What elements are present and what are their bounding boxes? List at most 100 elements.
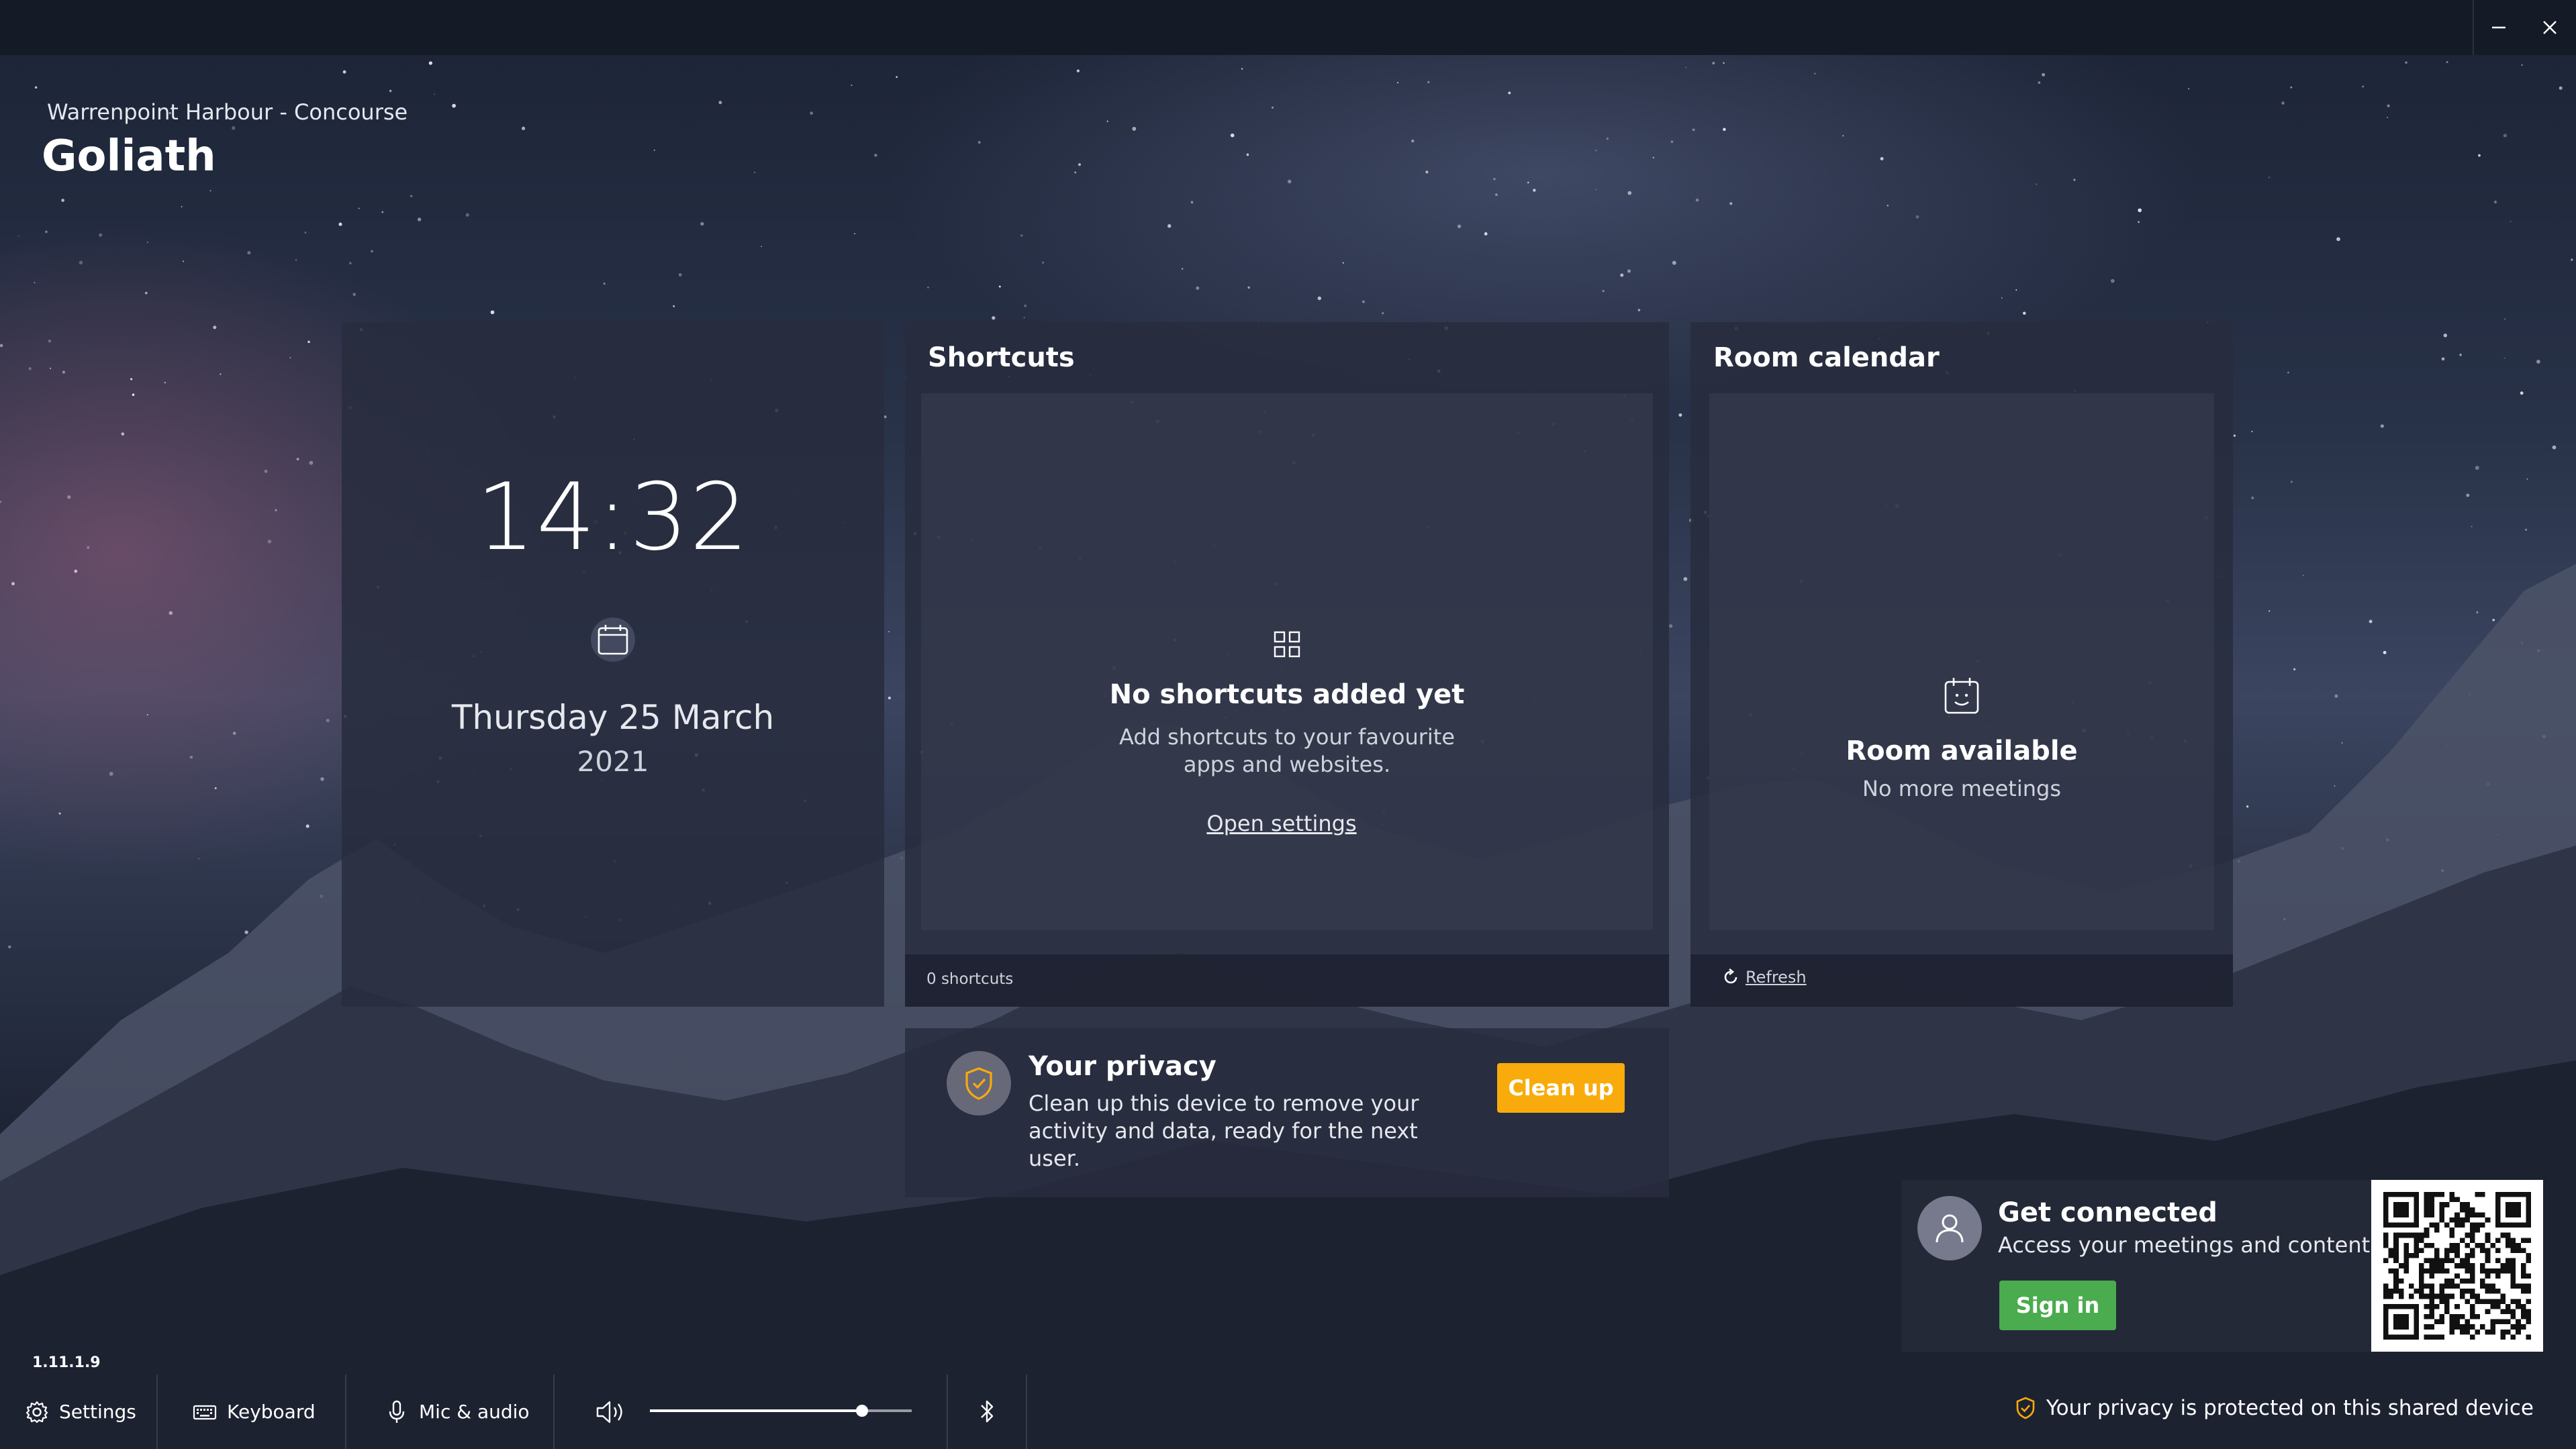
star: [2469, 693, 2471, 696]
room-calendar-panel: Room calendar Room available No more mee…: [1690, 322, 2233, 1007]
star: [1533, 189, 1536, 192]
volume-slider-handle[interactable]: [855, 1405, 868, 1417]
clean-up-button[interactable]: Clean up: [1497, 1063, 1625, 1113]
star: [896, 76, 898, 79]
star: [352, 293, 356, 297]
qr-module: [2388, 1289, 2394, 1294]
star: [1167, 224, 1172, 228]
qr-module: [2424, 1314, 2430, 1319]
qr-module: [2485, 1283, 2491, 1289]
star: [2446, 61, 2448, 63]
qr-module: [2439, 1202, 2445, 1207]
qr-module: [2469, 1293, 2475, 1299]
taskbar-divider: [345, 1375, 346, 1449]
qr-module: [2506, 1319, 2511, 1325]
qr-module: [2520, 1238, 2526, 1243]
qr-module: [2495, 1303, 2501, 1309]
keyboard-button[interactable]: Keyboard: [192, 1375, 316, 1449]
volume-slider[interactable]: [650, 1405, 912, 1417]
qr-module: [2480, 1268, 2485, 1274]
microphone-icon: [389, 1400, 405, 1423]
star: [2302, 574, 2304, 577]
qr-module: [2516, 1283, 2521, 1289]
room-calendar-status: Room available No more meetings: [1709, 393, 2214, 930]
qr-module: [2398, 1232, 2404, 1238]
star: [2251, 496, 2254, 499]
qr-module: [2469, 1334, 2475, 1340]
qr-module: [2419, 1232, 2424, 1238]
star: [247, 251, 251, 255]
mic-audio-button[interactable]: Mic & audio: [384, 1375, 530, 1449]
qr-module: [2510, 1278, 2516, 1284]
taskbar-divider: [553, 1375, 555, 1449]
qr-module: [2444, 1283, 2450, 1289]
qr-module: [2469, 1278, 2475, 1284]
star: [28, 366, 32, 370]
qr-module: [2434, 1192, 2440, 1197]
star: [2552, 445, 2557, 450]
qr-module: [2495, 1248, 2501, 1254]
open-settings-link[interactable]: Open settings: [921, 811, 1642, 836]
star: [99, 233, 103, 237]
qr-module: [2429, 1263, 2434, 1268]
star: [2001, 297, 2003, 299]
qr-module: [2434, 1228, 2440, 1233]
close-button[interactable]: [2524, 0, 2575, 55]
star: [34, 282, 36, 284]
qr-module: [2388, 1293, 2394, 1299]
star: [295, 259, 297, 261]
qr-module: [2393, 1273, 2399, 1279]
volume-icon[interactable]: [595, 1399, 628, 1426]
minimize-button[interactable]: [2473, 0, 2524, 55]
qr-module: [2429, 1212, 2434, 1217]
star: [2334, 694, 2338, 698]
qr-module: [2485, 1273, 2491, 1279]
qr-module: [2429, 1303, 2434, 1309]
star: [61, 199, 64, 202]
refresh-button[interactable]: Refresh: [1721, 968, 1807, 987]
qr-module: [2414, 1248, 2420, 1254]
star: [1595, 189, 1596, 191]
qr-module: [2459, 1293, 2465, 1299]
refresh-icon: [1724, 968, 1737, 984]
qr-module: [2424, 1228, 2430, 1233]
qr-module: [2480, 1212, 2485, 1217]
qr-module: [2444, 1293, 2450, 1299]
qr-module: [2469, 1222, 2475, 1228]
qr-module: [2485, 1268, 2491, 1274]
qr-module: [2510, 1309, 2516, 1315]
qr-module: [2393, 1268, 2399, 1274]
bluetooth-button[interactable]: [947, 1389, 1027, 1434]
star: [2073, 179, 2076, 181]
qr-module: [2495, 1258, 2501, 1264]
qr-module: [2475, 1329, 2481, 1335]
star: [2542, 734, 2546, 739]
qr-module: [2449, 1248, 2455, 1254]
qr-module: [2434, 1293, 2440, 1299]
star: [1246, 153, 1249, 156]
star: [8, 945, 11, 949]
star: [2493, 201, 2497, 204]
qr-module: [2419, 1273, 2424, 1279]
settings-button[interactable]: Settings: [24, 1375, 136, 1449]
star: [1041, 261, 1045, 264]
star: [1342, 262, 1344, 264]
shield-check-icon: [965, 1067, 992, 1100]
star: [998, 285, 1001, 288]
taskbar-divider: [156, 1375, 158, 1449]
star: [2385, 838, 2389, 842]
star: [34, 86, 38, 89]
qr-module: [2424, 1293, 2430, 1299]
qr-module: [2439, 1263, 2445, 1268]
star: [189, 756, 193, 759]
qr-module: [2520, 1283, 2526, 1289]
sign-in-button[interactable]: Sign in: [1999, 1281, 2116, 1330]
qr-module: [2520, 1303, 2526, 1309]
qr-module: [2408, 1293, 2414, 1299]
qr-module: [2480, 1324, 2485, 1330]
star: [2188, 88, 2190, 89]
qr-module: [2429, 1293, 2434, 1299]
clock-widget: 14:32 Thursday 25 March 2021: [342, 322, 884, 1007]
star: [267, 539, 272, 544]
star: [1627, 269, 1631, 273]
